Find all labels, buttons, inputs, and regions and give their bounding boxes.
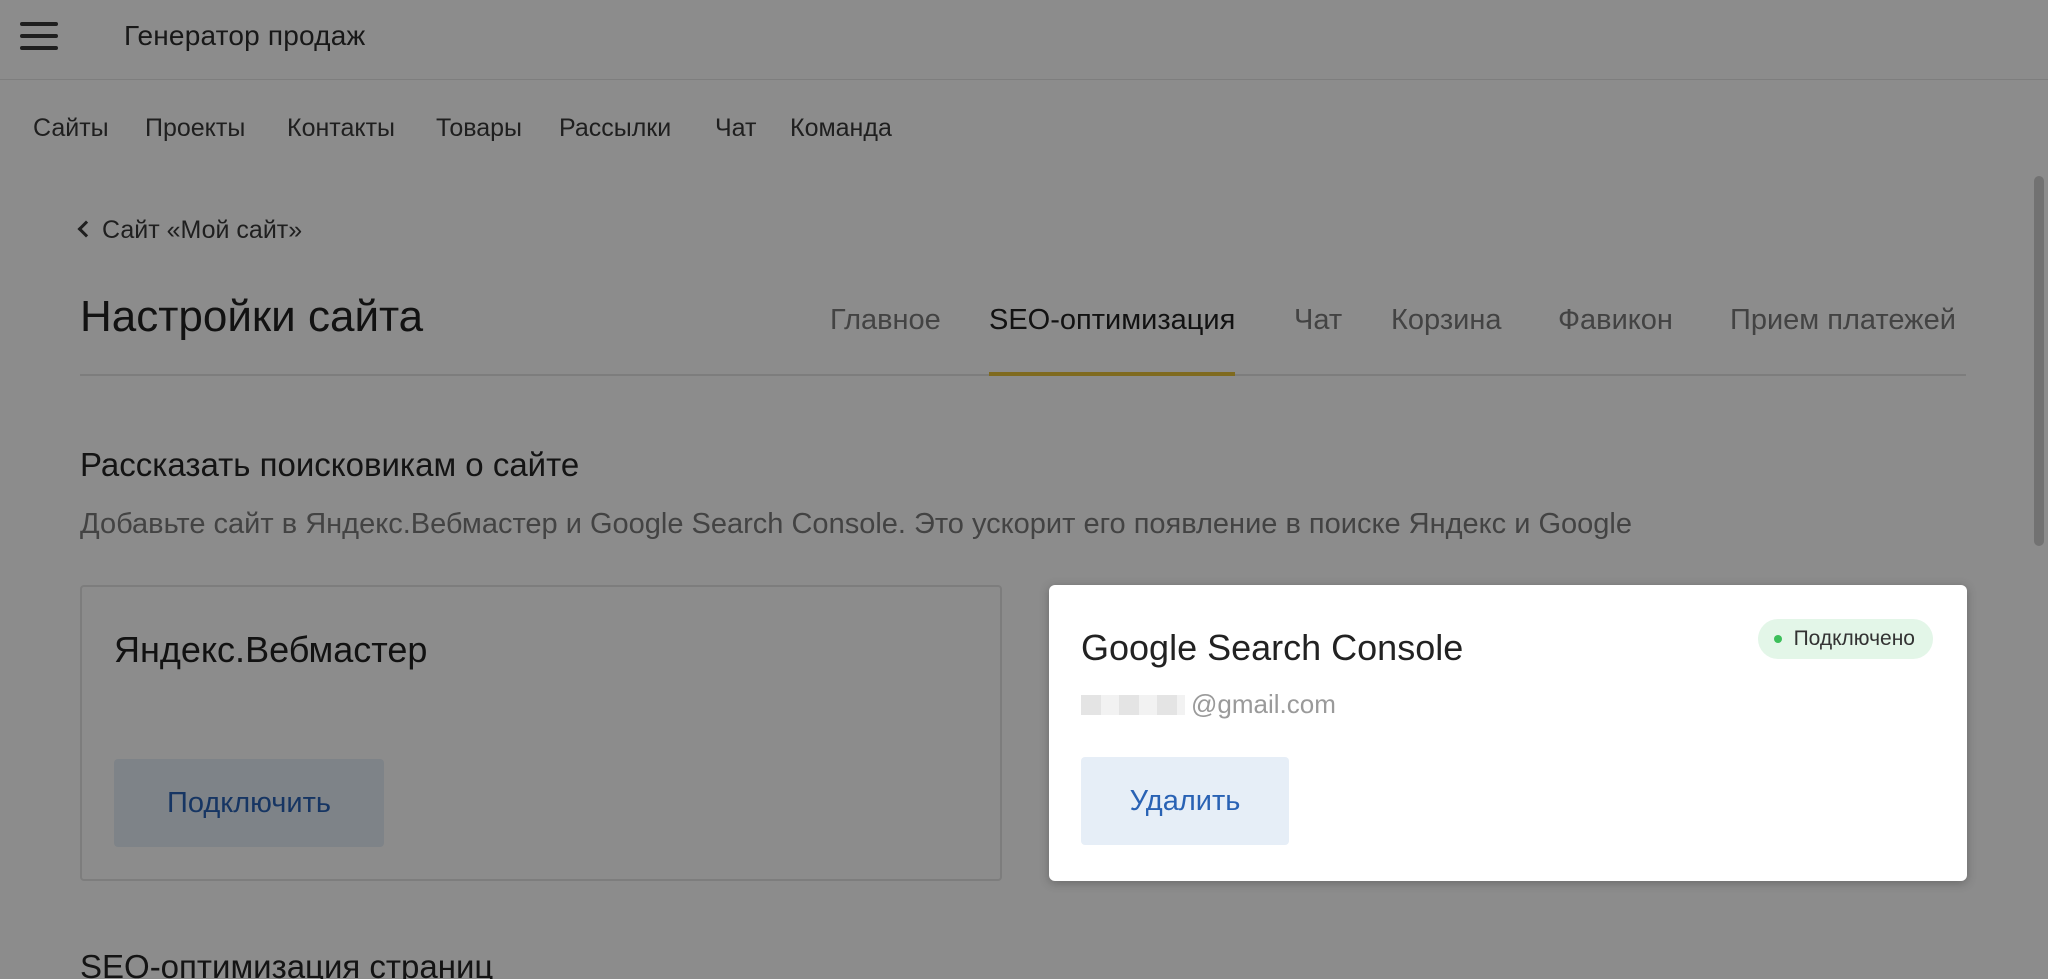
- back-link-label: Сайт «Мой сайт»: [102, 216, 303, 244]
- tab-payments[interactable]: Прием платежей: [1730, 304, 1956, 376]
- tab-main[interactable]: Главное: [830, 304, 941, 376]
- google-card-title: Google Search Console: [1081, 627, 1464, 668]
- seo-pages-section-title: SEO-оптимизация страниц: [80, 948, 494, 979]
- nav-item-products[interactable]: Товары: [436, 114, 522, 143]
- redacted-email-user: [1081, 694, 1185, 715]
- email-domain: @gmail.com: [1191, 689, 1336, 719]
- connected-email: @gmail.com: [1081, 689, 1336, 720]
- yandex-card-title: Яндекс.Вебмастер: [114, 629, 428, 670]
- nav-item-sites[interactable]: Сайты: [33, 114, 109, 143]
- status-badge: Подключено: [1757, 619, 1933, 659]
- status-dot-icon: [1773, 635, 1782, 643]
- app-brand-title: Генератор продаж: [124, 20, 366, 51]
- google-search-console-card: Google Search Console Подключено @gmail.…: [1049, 585, 1967, 881]
- main-nav: Сайты Проекты Контакты Товары Рассылки Ч…: [0, 80, 2048, 170]
- nav-item-chat[interactable]: Чат: [715, 114, 756, 143]
- scrollbar[interactable]: [2034, 176, 2044, 546]
- hamburger-menu-icon[interactable]: [20, 20, 58, 52]
- nav-item-mailings[interactable]: Рассылки: [559, 114, 671, 143]
- tab-seo[interactable]: SEO-оптимизация: [989, 304, 1236, 376]
- status-badge-label: Подключено: [1793, 627, 1915, 650]
- back-link[interactable]: Сайт «Мой сайт»: [77, 216, 303, 245]
- tab-cart[interactable]: Корзина: [1391, 304, 1501, 376]
- search-section-title: Рассказать поисковикам о сайте: [80, 446, 580, 483]
- tab-favicon[interactable]: Фавикон: [1558, 304, 1673, 376]
- remove-button[interactable]: Удалить: [1081, 757, 1289, 845]
- tab-chat[interactable]: Чат: [1294, 304, 1342, 376]
- yandex-webmaster-card: Яндекс.Вебмастер Подключить: [80, 585, 1002, 881]
- connect-button[interactable]: Подключить: [114, 759, 384, 847]
- page-title: Настройки сайта: [80, 292, 424, 341]
- chevron-left-icon: [77, 220, 95, 238]
- search-section-description: Добавьте сайт в Яндекс.Вебмастер и Googl…: [80, 508, 1632, 540]
- nav-item-projects[interactable]: Проекты: [145, 114, 245, 143]
- nav-item-team[interactable]: Команда: [790, 114, 892, 143]
- top-bar: Генератор продаж: [0, 0, 2048, 80]
- nav-item-contacts[interactable]: Контакты: [287, 114, 395, 143]
